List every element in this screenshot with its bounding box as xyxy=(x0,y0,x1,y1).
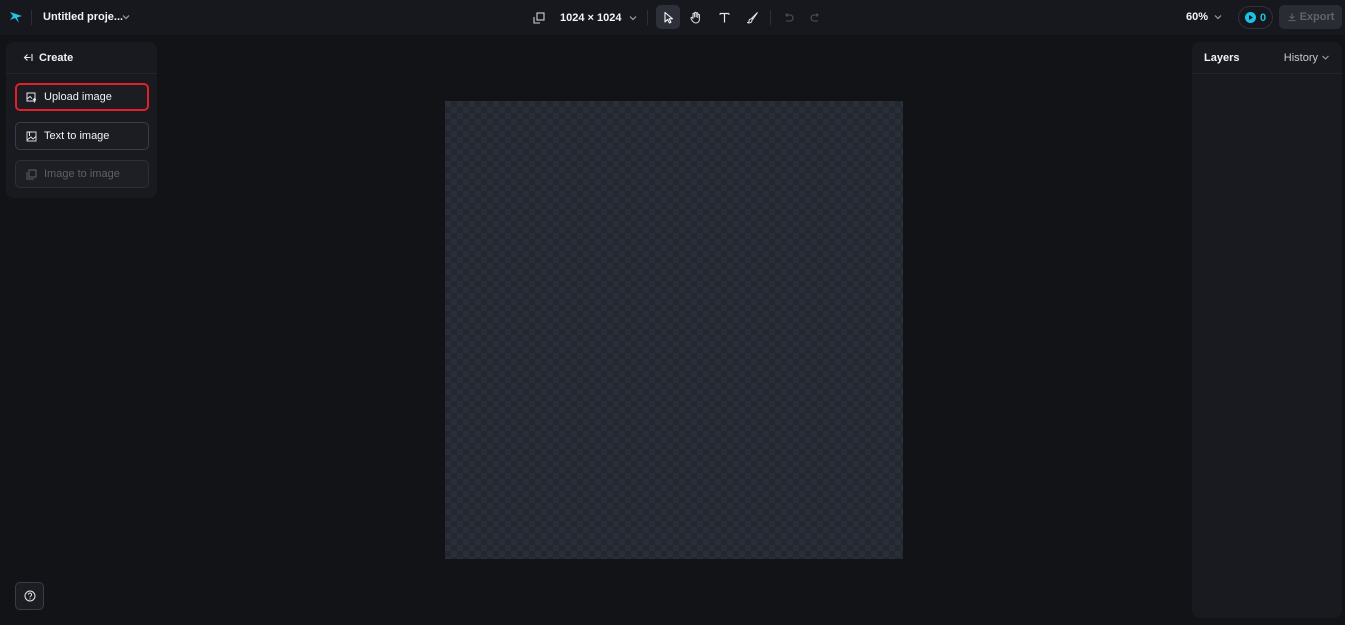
canvas-area[interactable] xyxy=(445,101,903,559)
help-icon xyxy=(24,590,36,602)
upload-image-icon xyxy=(26,92,37,103)
layers-panel-header: Layers History xyxy=(1192,42,1342,74)
top-bar: Untitled proje... 1024 × 1024 xyxy=(0,0,1345,35)
canvas-size-label: 1024 × 1024 xyxy=(560,12,621,24)
button-label: Text to image xyxy=(44,130,109,142)
text-to-image-icon xyxy=(26,131,37,142)
download-icon xyxy=(1287,12,1297,22)
history-label: History xyxy=(1284,52,1318,64)
chevron-down-icon[interactable] xyxy=(121,11,131,23)
project-title[interactable]: Untitled proje... xyxy=(43,11,123,23)
app-logo-icon[interactable] xyxy=(9,10,23,24)
credits-badge[interactable]: 0 xyxy=(1238,6,1273,29)
undo-icon xyxy=(782,11,795,24)
text-tool-button[interactable] xyxy=(712,5,736,29)
image-to-image-button[interactable]: Image to image xyxy=(15,160,149,188)
undo-button[interactable] xyxy=(776,5,800,29)
zoom-level[interactable]: 60% xyxy=(1186,11,1208,23)
create-panel: Create Upload image Text to image Image … xyxy=(6,42,157,198)
collapse-left-icon[interactable] xyxy=(22,52,33,63)
tab-history[interactable]: History xyxy=(1284,52,1330,64)
credits-count: 0 xyxy=(1260,12,1266,24)
divider xyxy=(647,10,648,25)
resize-icon xyxy=(533,12,545,24)
export-label: Export xyxy=(1300,11,1335,23)
button-label: Upload image xyxy=(44,91,112,103)
brush-tool-button[interactable] xyxy=(740,5,764,29)
button-label: Image to image xyxy=(44,168,120,180)
chevron-down-icon xyxy=(628,13,638,23)
brush-icon xyxy=(746,11,759,24)
play-icon xyxy=(1245,12,1256,23)
text-to-image-button[interactable]: Text to image xyxy=(15,122,149,150)
chevron-down-icon[interactable] xyxy=(1213,12,1223,22)
layers-panel: Layers History xyxy=(1192,42,1342,618)
upload-image-button[interactable]: Upload image xyxy=(15,83,149,111)
text-icon xyxy=(718,11,731,24)
hand-icon xyxy=(689,11,702,24)
redo-button[interactable] xyxy=(803,5,827,29)
select-tool-button[interactable] xyxy=(656,5,680,29)
cursor-icon xyxy=(662,11,675,24)
panel-title: Create xyxy=(39,52,73,64)
hand-tool-button[interactable] xyxy=(683,5,707,29)
divider xyxy=(770,10,771,25)
chevron-down-icon xyxy=(1321,53,1330,62)
divider xyxy=(31,10,32,25)
tab-layers[interactable]: Layers xyxy=(1204,52,1239,64)
image-to-image-icon xyxy=(26,169,37,180)
export-button[interactable]: Export xyxy=(1279,5,1342,29)
create-panel-header[interactable]: Create xyxy=(6,42,157,74)
redo-icon xyxy=(809,11,822,24)
help-button[interactable] xyxy=(15,582,44,610)
canvas-size-selector[interactable]: 1024 × 1024 xyxy=(533,8,638,27)
